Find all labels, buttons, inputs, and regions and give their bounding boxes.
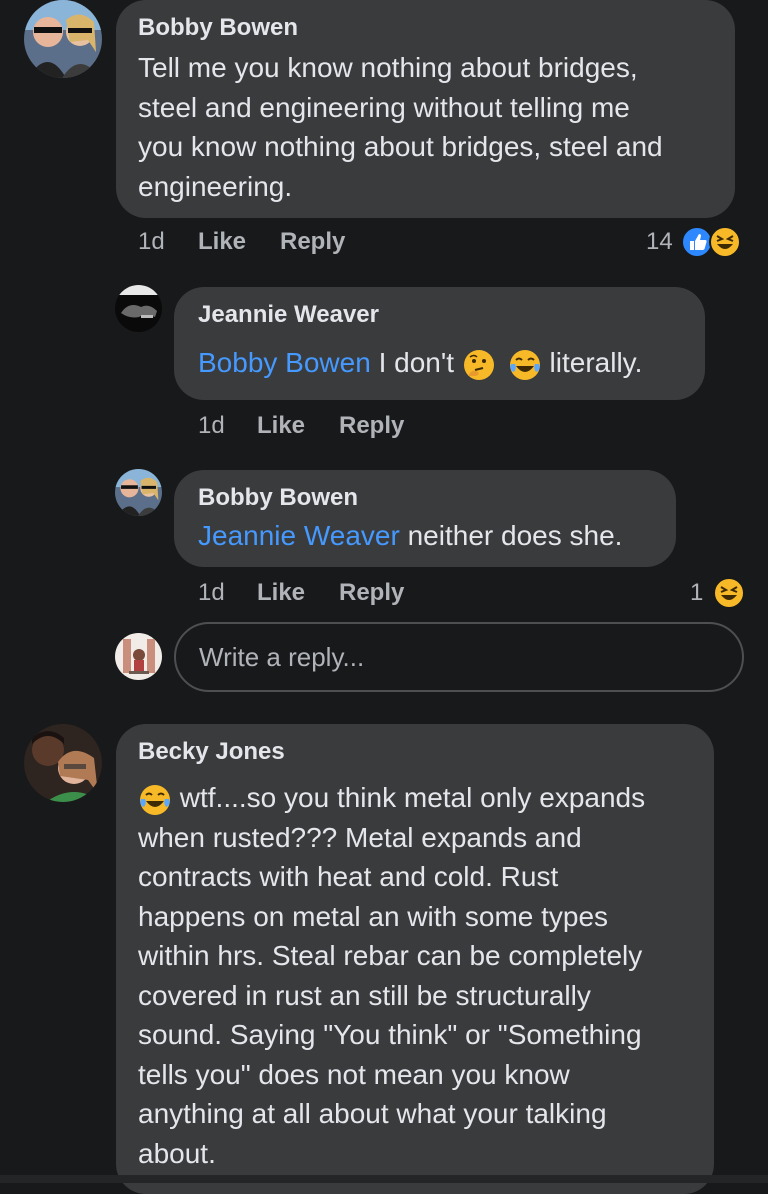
comment-text: Jeannie Weaver neither does she.: [198, 520, 652, 552]
bottom-divider: [0, 1175, 768, 1183]
reaction-count: 1: [690, 579, 704, 606]
reply-actions: 1d Like Reply: [198, 578, 598, 608]
comment-line: you know nothing about bridges, steel an…: [138, 131, 663, 162]
reply-actions: 1d Like Reply: [198, 411, 598, 441]
comment-bubble: Becky Jones wtf....so you think metal on…: [116, 724, 714, 1194]
laughing-tears-icon: [140, 784, 170, 815]
avatar-bobby-bowen[interactable]: [115, 469, 162, 516]
like-button[interactable]: Like: [257, 578, 305, 608]
comment-text: wtf....so you think metal only expands w…: [138, 778, 692, 1173]
comment-timestamp[interactable]: 1d: [198, 411, 225, 441]
reply-placeholder: Write a reply...: [199, 642, 365, 672]
comment-line: covered in rust an still be structurally: [138, 979, 591, 1011]
comment-text: Tell me you know nothing about bridges, …: [138, 48, 713, 206]
reply-bubble: Jeannie Weaver Bobby Bowen I don't liter…: [174, 287, 705, 400]
comment-line: Tell me you know nothing about bridges,: [138, 52, 638, 83]
comment-bubble: Bobby Bowen Tell me you know nothing abo…: [116, 0, 735, 218]
comment-text-part: wtf....so you think metal only expands: [172, 782, 646, 813]
comment-line: steel and engineering without telling me: [138, 91, 630, 123]
reply-button[interactable]: Reply: [339, 411, 404, 441]
reply-button[interactable]: Reply: [280, 227, 345, 257]
avatar-photo: [24, 724, 102, 802]
comment-author[interactable]: Bobby Bowen: [138, 14, 713, 42]
avatar-photo: [115, 285, 162, 332]
avatar-current-user: [115, 633, 162, 680]
comment-author[interactable]: Bobby Bowen: [198, 484, 652, 512]
write-reply-input[interactable]: Write a reply...: [174, 622, 744, 692]
comment-timestamp[interactable]: 1d: [198, 578, 225, 608]
comment-line: contracts with heat and cold. Rust: [138, 861, 559, 892]
comment-line: wtf....so you think metal only expands: [138, 778, 692, 818]
comment-text-part: I don't: [370, 347, 462, 378]
comment-line: anything at all about what your talking: [138, 1098, 607, 1129]
comment-line: happens on metal an with some types: [138, 900, 609, 932]
comment-author[interactable]: Jeannie Weaver: [198, 301, 681, 329]
haha-reaction-icon: [713, 577, 745, 609]
reaction-summary[interactable]: 1: [690, 577, 750, 609]
like-button[interactable]: Like: [257, 411, 305, 441]
avatar-photo: [115, 633, 162, 680]
comment-line: tells you" does not mean you know: [138, 1058, 570, 1090]
avatar-photo: [24, 0, 102, 78]
avatar-photo: [115, 469, 162, 516]
reaction-summary[interactable]: 14: [646, 226, 746, 258]
avatar-bobby-bowen[interactable]: [24, 0, 102, 78]
mention-link[interactable]: Jeannie Weaver: [198, 520, 400, 551]
like-button[interactable]: Like: [198, 227, 246, 257]
comment-line: about.: [138, 1137, 216, 1169]
reply-bubble: Bobby Bowen Jeannie Weaver neither does …: [174, 470, 676, 567]
avatar-jeannie-weaver[interactable]: [115, 285, 162, 332]
comment-line: within hrs. Steal rebar can be completel…: [138, 940, 643, 971]
comment-line: sound. Saying "You think" or "Something: [138, 1019, 642, 1050]
comment-text: Bobby Bowen I don't literally.: [198, 345, 681, 382]
haha-reaction-icon: [709, 226, 741, 258]
comment-text-part: neither does she.: [399, 520, 623, 551]
comment-line: engineering.: [138, 170, 293, 202]
comment-author[interactable]: Becky Jones: [138, 738, 692, 766]
laughing-tears-icon: [509, 349, 540, 380]
mention-link[interactable]: Bobby Bowen: [198, 347, 371, 378]
reaction-count: 14: [646, 228, 673, 255]
comment-line: when rusted??? Metal expands and: [138, 821, 582, 853]
avatar-becky-jones[interactable]: [24, 724, 102, 802]
thinking-face-icon: [463, 349, 494, 380]
reply-button[interactable]: Reply: [339, 578, 404, 608]
comment-timestamp[interactable]: 1d: [138, 227, 165, 257]
comment-text-part: literally.: [541, 347, 643, 378]
